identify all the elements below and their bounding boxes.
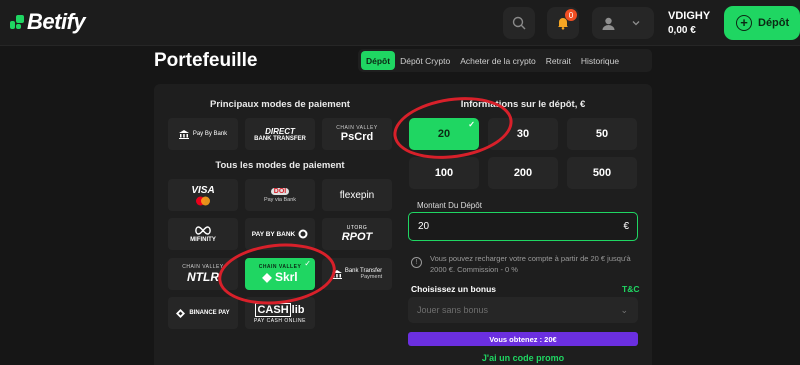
method-binance-pay[interactable]: BINANCE PAY (168, 297, 238, 329)
amount-field-label: Montant Du Dépôt (417, 201, 482, 210)
method-label: BINANCE PAY (189, 310, 230, 316)
amount-option-100[interactable]: 100 (409, 157, 479, 189)
notification-badge: 0 (565, 9, 577, 21)
username: VDIGHY (668, 10, 711, 22)
wallet-tabs: Dépôt Dépôt Crypto Acheter de la crypto … (358, 49, 652, 72)
amount-input[interactable]: 20 € (408, 212, 638, 241)
method-label: PAY BY BANK (251, 230, 296, 238)
tab-buy-crypto[interactable]: Acheter de la crypto (455, 51, 541, 70)
check-icon: ✓ (468, 120, 475, 129)
deposit-info-title: Informations sur le dépôt, € (460, 99, 586, 110)
logo-text: Betify (27, 9, 86, 34)
amount-value: 100 (434, 167, 454, 179)
method-flexepin[interactable]: flexepin (322, 179, 392, 211)
account-menu-button[interactable] (592, 7, 654, 39)
betify-logo[interactable]: Betify (10, 8, 86, 36)
method-sublabel: PAY CASH ONLINE (254, 317, 306, 324)
method-pay-by-bank-2[interactable]: PAY BY BANK (245, 218, 315, 250)
method-label: PsCrd (340, 131, 374, 143)
infinity-icon (195, 225, 211, 235)
method-label: MIFINITY (190, 236, 216, 243)
bonus-label: Choisissez un bonus (411, 284, 497, 294)
deposit-limits-info: Vous pouvez recharger votre compte à par… (430, 254, 631, 274)
tab-retrait[interactable]: Retrait (541, 51, 576, 70)
main-methods-title: Principaux modes de paiement (210, 99, 350, 110)
method-label: RPOT (341, 231, 373, 243)
deposit-label: Dépôt (758, 17, 790, 29)
you-get-summary: Vous obtenez : 20€ (408, 332, 638, 346)
cashlib-logo-suffix: lib (291, 303, 305, 316)
balance: 0,00 € (668, 25, 696, 36)
currency-symbol: € (623, 221, 629, 232)
amount-input-value: 20 (418, 221, 430, 232)
bank-icon (331, 269, 342, 279)
cashlib-logo: CASH (255, 302, 291, 317)
bonus-select[interactable]: Jouer sans bonus ⌄ (408, 297, 638, 323)
check-icon: ✓ (304, 259, 311, 268)
info-icon: ! (411, 257, 422, 268)
chevron-down-icon (632, 21, 640, 26)
pay-by-bank-icon (298, 229, 308, 239)
method-bank-transfer[interactable]: Bank Transfer Payment (322, 258, 392, 290)
tab-depot-crypto[interactable]: Dépôt Crypto (395, 51, 455, 70)
plus-icon: + (736, 15, 752, 31)
method-pay-by-bank[interactable]: Pay By Bank (168, 118, 238, 150)
terms-link[interactable]: T&C (622, 284, 639, 294)
amount-value: 20 (437, 128, 451, 140)
amount-value: 200 (513, 167, 533, 179)
method-label: ◆ Skrl (262, 270, 298, 284)
method-direct-bank-transfer[interactable]: DIRECT BANK TRANSFER (245, 118, 315, 150)
promo-code-link[interactable]: J'ai un code promo (408, 353, 638, 363)
method-utorg-rpot[interactable]: UTORG RPOT (322, 218, 392, 250)
method-label: NTLR (187, 270, 219, 284)
amount-option-30[interactable]: 30 (488, 118, 558, 150)
tab-depot[interactable]: Dépôt (361, 51, 396, 70)
amount-value: 30 (516, 128, 530, 140)
search-icon (512, 16, 526, 30)
method-label: DIRECT (265, 126, 295, 136)
header-deposit-button[interactable]: + Dépôt (724, 6, 800, 40)
top-header: Betify 0 VDIGHY 0,00 € + Dépôt (0, 0, 800, 46)
tab-historique[interactable]: Historique (576, 51, 624, 70)
visa-logo: VISA (191, 184, 215, 196)
method-pscrd[interactable]: CHAIN VALLEY PsCrd (322, 118, 392, 150)
binance-icon (176, 308, 186, 318)
all-methods-title: Tous les modes de paiement (215, 160, 345, 171)
method-label: Pay By Bank (192, 131, 228, 137)
method-visa-mastercard[interactable]: VISA (168, 179, 238, 211)
amount-value: 500 (592, 167, 612, 179)
method-ntlr[interactable]: CHAIN VALLEY NTLR (168, 258, 238, 290)
chevron-down-icon: ⌄ (620, 304, 628, 315)
method-sublabel: BANK TRANSFER (254, 135, 306, 142)
method-skrl[interactable]: CHAIN VALLEY ◆ Skrl ✓ (245, 258, 315, 290)
method-pay-via-bank[interactable]: DOI Pay via Bank (245, 179, 315, 211)
method-mifinity[interactable]: MIFINITY (168, 218, 238, 250)
amount-option-20[interactable]: 20 ✓ (409, 118, 479, 150)
method-label: flexepin (339, 189, 375, 201)
amount-option-50[interactable]: 50 (567, 118, 637, 150)
payvia-logo: DOI (270, 187, 290, 195)
method-cashlib[interactable]: CASH lib PAY CASH ONLINE (245, 297, 315, 329)
amount-value: 50 (595, 128, 609, 140)
page-title: Portefeuille (154, 50, 258, 71)
bank-icon (178, 129, 189, 139)
amount-option-500[interactable]: 500 (567, 157, 637, 189)
logo-mark-icon (10, 15, 24, 29)
method-label: Pay via Bank (263, 196, 297, 203)
user-icon (602, 17, 615, 30)
search-button[interactable] (503, 7, 535, 39)
bonus-select-value: Jouer sans bonus (417, 305, 489, 315)
mastercard-icon (196, 196, 210, 205)
method-sublabel: Payment (360, 274, 383, 280)
amount-option-200[interactable]: 200 (488, 157, 558, 189)
